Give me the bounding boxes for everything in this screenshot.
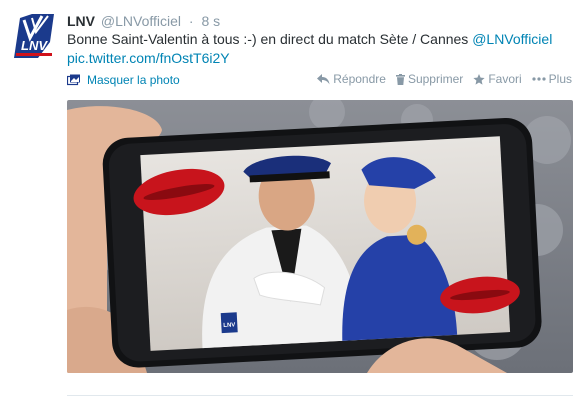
tweet-body: Bonne Saint-Valentin à tous :-) en direc…	[67, 31, 473, 47]
reply-label: Répondre	[333, 72, 386, 86]
reply-button[interactable]: Répondre	[317, 71, 386, 87]
star-icon	[473, 73, 485, 85]
account-handle[interactable]: @LNVofficiel	[101, 13, 181, 29]
photo-icon	[67, 74, 80, 86]
mention-link[interactable]: @LNVofficiel	[472, 31, 552, 47]
tweet-photo[interactable]: LNV	[67, 100, 573, 373]
more-dots-icon	[532, 77, 546, 81]
lnv-logo-icon: LNV	[10, 12, 58, 60]
account-name[interactable]: LNV	[67, 13, 95, 29]
delete-label: Supprimer	[407, 72, 464, 86]
favorite-button[interactable]: Favori	[473, 71, 522, 87]
hide-photo-label: Masquer la photo	[87, 73, 180, 87]
tweet-actions: Répondre Supprimer Favori Plus	[317, 71, 572, 87]
tweet-header: LNV @LNVofficiel · 8 s	[67, 12, 220, 30]
more-label: Plus	[548, 72, 572, 86]
photo-link[interactable]: pic.twitter.com/fnOstT6i2Y	[67, 50, 230, 66]
avatar[interactable]: LNV	[10, 12, 58, 60]
delete-button[interactable]: Supprimer	[395, 71, 464, 87]
reply-icon	[317, 73, 330, 84]
divider	[67, 395, 573, 396]
separator-dot: ·	[188, 13, 194, 29]
photo-image: LNV	[67, 100, 573, 373]
tweet-text: Bonne Saint-Valentin à tous :-) en direc…	[67, 30, 577, 68]
favorite-label: Favori	[488, 72, 522, 86]
logo-text: LNV	[21, 38, 48, 53]
trash-icon	[395, 73, 405, 85]
hide-photo-button[interactable]: Masquer la photo	[67, 72, 180, 88]
more-button[interactable]: Plus	[532, 71, 572, 87]
timestamp[interactable]: 8 s	[201, 13, 220, 29]
tweet: LNV LNV @LNVofficiel · 8 s Bonne Saint-V…	[0, 0, 586, 405]
smartphone: LNV	[102, 117, 542, 368]
sleeve-badge-text: LNV	[223, 322, 235, 329]
